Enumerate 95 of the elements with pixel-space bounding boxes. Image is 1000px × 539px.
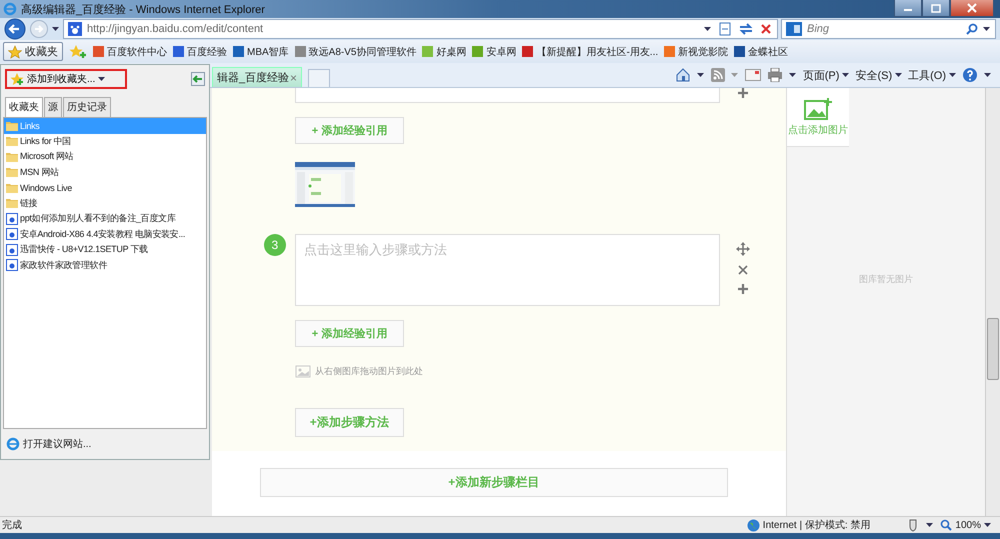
status-text: 完成 [2, 518, 22, 532]
zoom-icon [940, 519, 952, 531]
command-menu[interactable]: 页面(P) [802, 68, 850, 82]
address-field[interactable]: http://jingyan.baidu.com/edit/content [63, 19, 778, 39]
page-icon [6, 228, 18, 240]
empty-library-text: 图库暂无图片 [859, 273, 914, 286]
maximize-icon [931, 4, 941, 12]
step-number-badge: 3 [264, 234, 286, 256]
caret-icon [98, 76, 106, 82]
close-icon [967, 3, 977, 13]
folder-icon [6, 120, 18, 132]
favorite-item[interactable]: MSN 网站 [4, 164, 206, 180]
dropdown-caret-icon[interactable] [984, 72, 992, 78]
command-menu[interactable]: 安全(S) [855, 68, 902, 82]
drop-hint: 从右侧图库拖动图片到此处 [314, 365, 423, 378]
favorite-item[interactable]: Windows Live [4, 180, 206, 196]
favorite-item[interactable]: 家政软件家政管理软件 [4, 258, 206, 273]
favorites-bar-link[interactable]: 新视觉影院 [664, 44, 728, 58]
favorites-bar-link[interactable]: MBA智库 [233, 44, 289, 58]
maximize-button[interactable] [922, 0, 950, 17]
browser-logo-icon [3, 2, 17, 16]
search-field[interactable]: Bing [781, 19, 996, 39]
caret-icon [949, 72, 956, 78]
add-icon[interactable] [738, 88, 748, 98]
command-menu[interactable]: 工具(O) [908, 68, 956, 82]
mail-icon[interactable] [744, 69, 761, 81]
step-text-field[interactable] [294, 88, 720, 103]
favorite-item[interactable]: 安卓Android-X86 4.4安装教程 电脑安装安... [4, 226, 206, 242]
image-icon [294, 365, 311, 378]
add-icon[interactable] [738, 284, 748, 294]
browser-logo-icon [6, 437, 20, 451]
folder-icon [6, 182, 18, 194]
favorites-bar-link[interactable]: 【新提醒】用友社区-用友... [522, 44, 658, 58]
folder-icon [6, 197, 18, 210]
refresh-icon[interactable] [738, 21, 754, 37]
dropdown-caret-icon[interactable] [704, 26, 712, 32]
open-suggested-sites-link[interactable]: 打开建议网站... [1, 429, 209, 459]
favorites-bar-link[interactable]: 好桌网 [422, 44, 466, 58]
dropdown-caret-icon[interactable] [788, 72, 797, 78]
add-image-icon [803, 97, 834, 121]
folder-icon [6, 166, 18, 178]
outlook-icon [786, 22, 802, 36]
caret-icon [984, 522, 992, 528]
folder-icon [6, 135, 18, 148]
add-to-favorites-button[interactable]: 添加到收藏夹... [5, 69, 128, 89]
panel-tab[interactable]: 源 [44, 97, 62, 117]
favorites-bar-link[interactable]: 百度经验 [173, 44, 227, 58]
page-icon [6, 212, 18, 225]
panel-tab[interactable]: 收藏夹 [5, 97, 43, 117]
step-text-field[interactable]: 点击这里输入步骤或方法 [294, 234, 720, 306]
favorite-item[interactable]: 迅雷快传 - U8+V12.1SETUP 下载 [4, 242, 206, 258]
favorite-item[interactable]: Microsoft 网站 [4, 149, 206, 164]
home-icon[interactable] [674, 67, 691, 83]
pin-panel-icon[interactable] [191, 72, 205, 86]
page-icon [6, 259, 18, 272]
panel-tab[interactable]: 历史记录 [63, 97, 111, 117]
star-icon [8, 44, 22, 58]
url-text: http://jingyan.baidu.com/edit/content [87, 23, 264, 35]
folder-icon [6, 150, 18, 163]
close-button[interactable] [950, 0, 994, 17]
page-icon [6, 244, 18, 256]
stop-icon[interactable] [759, 22, 773, 36]
feed-icon[interactable] [710, 68, 725, 82]
favorites-button[interactable]: 收藏夹 [3, 42, 63, 61]
paw-icon [68, 22, 82, 36]
dropdown-caret-icon[interactable] [983, 26, 991, 32]
move-icon[interactable] [736, 242, 750, 256]
favorites-bar-link[interactable]: 金蝶社区 [734, 44, 788, 58]
printer-icon[interactable] [766, 68, 783, 82]
add-favorite-star-icon[interactable] [69, 44, 87, 60]
add-star-icon [10, 72, 24, 86]
minimize-button[interactable] [894, 0, 922, 17]
window-title: 高级编辑器_百度经验 - Windows Internet Explorer [21, 2, 266, 16]
globe-icon [746, 518, 760, 532]
favorites-bar-link[interactable]: 安卓网 [472, 44, 516, 58]
favorite-item[interactable]: ppt如何添加别人看不到的备注_百度文库 [4, 211, 206, 226]
favorite-item[interactable]: Links for 中国 [4, 134, 206, 149]
dropdown-caret-icon[interactable] [926, 522, 934, 528]
back-button[interactable] [4, 18, 26, 40]
caret-icon [842, 72, 850, 78]
compatibility-icon[interactable] [717, 21, 733, 37]
search-icon[interactable] [966, 23, 978, 35]
favorites-bar-link[interactable]: 致远A8-V5协同管理软件 [294, 44, 416, 58]
help-icon[interactable] [962, 67, 978, 83]
security-zone: Internet | 保护模式: 禁用 [746, 518, 870, 532]
favorite-item[interactable]: 链接 [4, 196, 206, 211]
favorites-bar-link[interactable]: 百度软件中心 [93, 44, 167, 58]
dropdown-caret-icon[interactable] [696, 72, 705, 78]
scrollbar[interactable] [985, 88, 1000, 516]
caret-icon [895, 72, 902, 78]
dropdown-caret-icon[interactable] [52, 26, 60, 32]
delete-icon[interactable] [738, 265, 748, 275]
browser-tab[interactable]: 辑器_百度经验× [212, 67, 302, 87]
zoom-control[interactable]: 100% [940, 519, 992, 531]
search-placeholder: Bing [807, 23, 830, 35]
